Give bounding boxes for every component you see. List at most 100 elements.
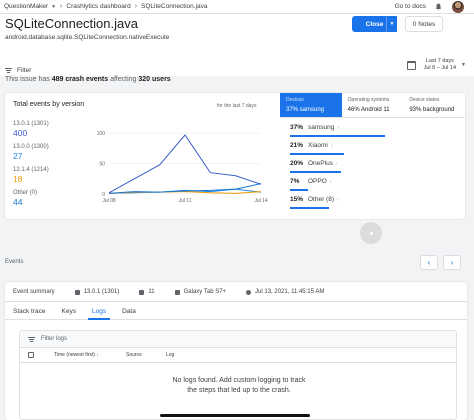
filter-button[interactable]: Filter [5,64,31,76]
chevron-right-icon: › [330,143,333,149]
device-list-item[interactable]: 37% samsung › [290,124,455,142]
column-source: Source [126,352,142,358]
empty-logs-line1: No logs found. Add custom logging to tra… [172,377,306,384]
chevron-right-icon: › [335,161,338,167]
top-bar: QuestionMaker ▼ › Crashlytics dashboard … [0,0,474,14]
breadcrumb-crashlytics[interactable]: Crashlytics dashboard [66,3,130,10]
device-share-bar [290,189,308,191]
calendar-icon [406,60,416,70]
tab-stack-trace[interactable]: Stack trace [5,304,54,319]
chevron-right-icon: › [60,3,63,10]
version-item[interactable]: 12.1.4 (1214) 18 [13,167,71,184]
breakdown-tabs: Devices 37% samsung Operating systems 46… [280,93,466,118]
select-all-checkbox[interactable] [28,352,34,358]
device-list-item[interactable]: 20% OnePlus › [290,160,455,178]
version-count: 18 [13,174,23,184]
x-tick-label: Jul 08 [102,198,116,204]
chart-subtitle: for the last 7 days [217,103,257,109]
next-event-button[interactable]: › [443,255,461,270]
app-version-icon [74,289,80,295]
device-list-item[interactable]: 7% OPPO › [290,178,455,196]
breakdown-panel: Devices 37% samsung Operating systems 46… [280,93,466,219]
tab-device-states[interactable]: Device states 93% background [403,93,466,118]
tab-value: 46% Android 11 [347,107,390,113]
event-android-version: 11 [139,289,155,295]
tab-value: 93% background [409,107,455,113]
notes-button[interactable]: 0 Notes [405,16,443,32]
tab-logs[interactable]: Logs [84,304,114,320]
notes-label: 0 Notes [412,20,436,28]
project-name: QuestionMaker [4,3,49,10]
version-label: Other (0) [13,190,38,196]
tab-header: Operating systems [347,97,390,103]
event-card: Event summary 13.0.1 (1301) 11 Galaxy Ta… [5,282,467,420]
y-tick-label: 100 [97,131,106,137]
home-indicator [160,414,310,417]
tab-data[interactable]: Data [114,304,144,319]
date-range-label: Last 7 days [425,58,454,64]
tab-header: Devices [286,97,304,103]
tab-operating-systems[interactable]: Operating systems 46% Android 11 [341,93,404,118]
chevron-down-icon: ▼ [51,3,57,10]
device-name: samsung [308,124,335,131]
android-icon [139,289,145,295]
go-to-docs-link[interactable]: Go to docs [395,3,426,10]
issue-subtitle: android.database.sqlite.SQLiteConnection… [5,34,170,41]
logs-table-header: Time (newest first) ↓ Source Log [20,348,456,363]
avatar[interactable] [452,1,464,13]
device-percent: 7% [290,178,300,185]
date-range-dates: Jul 8 – Jul 14 [423,65,457,71]
filter-icon [5,66,12,73]
chevron-right-icon: › [337,125,340,131]
empty-logs-message: No logs found. Add custom logging to tra… [20,376,458,396]
device-name: OPPO [308,178,327,185]
device-share-bar [290,153,344,155]
project-selector[interactable]: QuestionMaker ▼ [4,3,56,10]
summary-prefix: This issue has [5,76,50,83]
chart-title: Total events by version [13,101,85,108]
device-icon [174,289,180,295]
affected-user-count: 320 users [138,76,171,83]
y-tick-label: 50 [99,161,105,167]
logs-panel: Filter logs Time (newest first) ↓ Source… [19,330,457,420]
date-range-picker[interactable]: Last 7 days Jul 8 – Jul 14 ▼ [406,58,466,72]
version-item[interactable]: 13.0.1 (1301) 400 [13,121,71,138]
tab-header: Device states [409,97,440,103]
device-share-bar [290,135,385,137]
chevron-right-icon: › [450,258,454,267]
version-legend: 13.0.1 (1301) 400 13.0.0 (1300) 27 12.1.… [13,115,71,207]
date-range-text: Last 7 days Jul 8 – Jul 14 [424,58,456,72]
column-log: Log [166,352,175,358]
event-tabs: Stack trace Keys Logs Data [5,304,467,320]
close-options-button[interactable]: ▼ [386,16,397,32]
version-label: 13.0.1 (1301) [13,121,49,127]
previous-event-button[interactable]: ‹ [420,255,438,270]
event-version: 13.0.1 (1301) [74,289,119,295]
page-title: SQLiteConnection.java [5,16,138,31]
x-tick-label: Jul 11 [179,198,192,204]
crash-event-count: 489 crash events [51,76,109,83]
chevron-down-icon: ▼ [461,62,466,68]
column-time[interactable]: Time (newest first) ↓ [54,352,126,358]
version-item[interactable]: Other (0) 44 [13,190,71,207]
tab-keys[interactable]: Keys [54,304,84,319]
device-name: Other (8) [308,196,335,203]
divider [5,301,467,302]
y-tick-label: 0 [102,192,105,198]
bell-icon[interactable] [435,3,442,11]
breadcrumb-current: SQLiteConnection.java [141,3,208,10]
version-item[interactable]: 13.0.0 (1300) 27 [13,144,71,161]
filter-row: Filter Last 7 days Jul 8 – Jul 14 ▼ [0,58,474,76]
device-list-item[interactable]: 21% Xiaomi › [290,142,455,160]
chevron-down-icon: ▼ [389,21,395,27]
version-count: 400 [13,128,28,138]
clock-icon [246,289,252,295]
filter-label: Filter [17,66,32,74]
filter-logs-input[interactable]: Filter logs [20,331,456,348]
device-share-bar [290,171,342,173]
event-summary: Event summary 13.0.1 (1301) 11 Galaxy Ta… [13,289,344,295]
device-percent: 20% [290,160,304,167]
tab-devices[interactable]: Devices 37% samsung [280,93,342,118]
device-list-item[interactable]: 15% Other (8) › [290,196,455,214]
chevron-right-icon: › [134,3,138,10]
